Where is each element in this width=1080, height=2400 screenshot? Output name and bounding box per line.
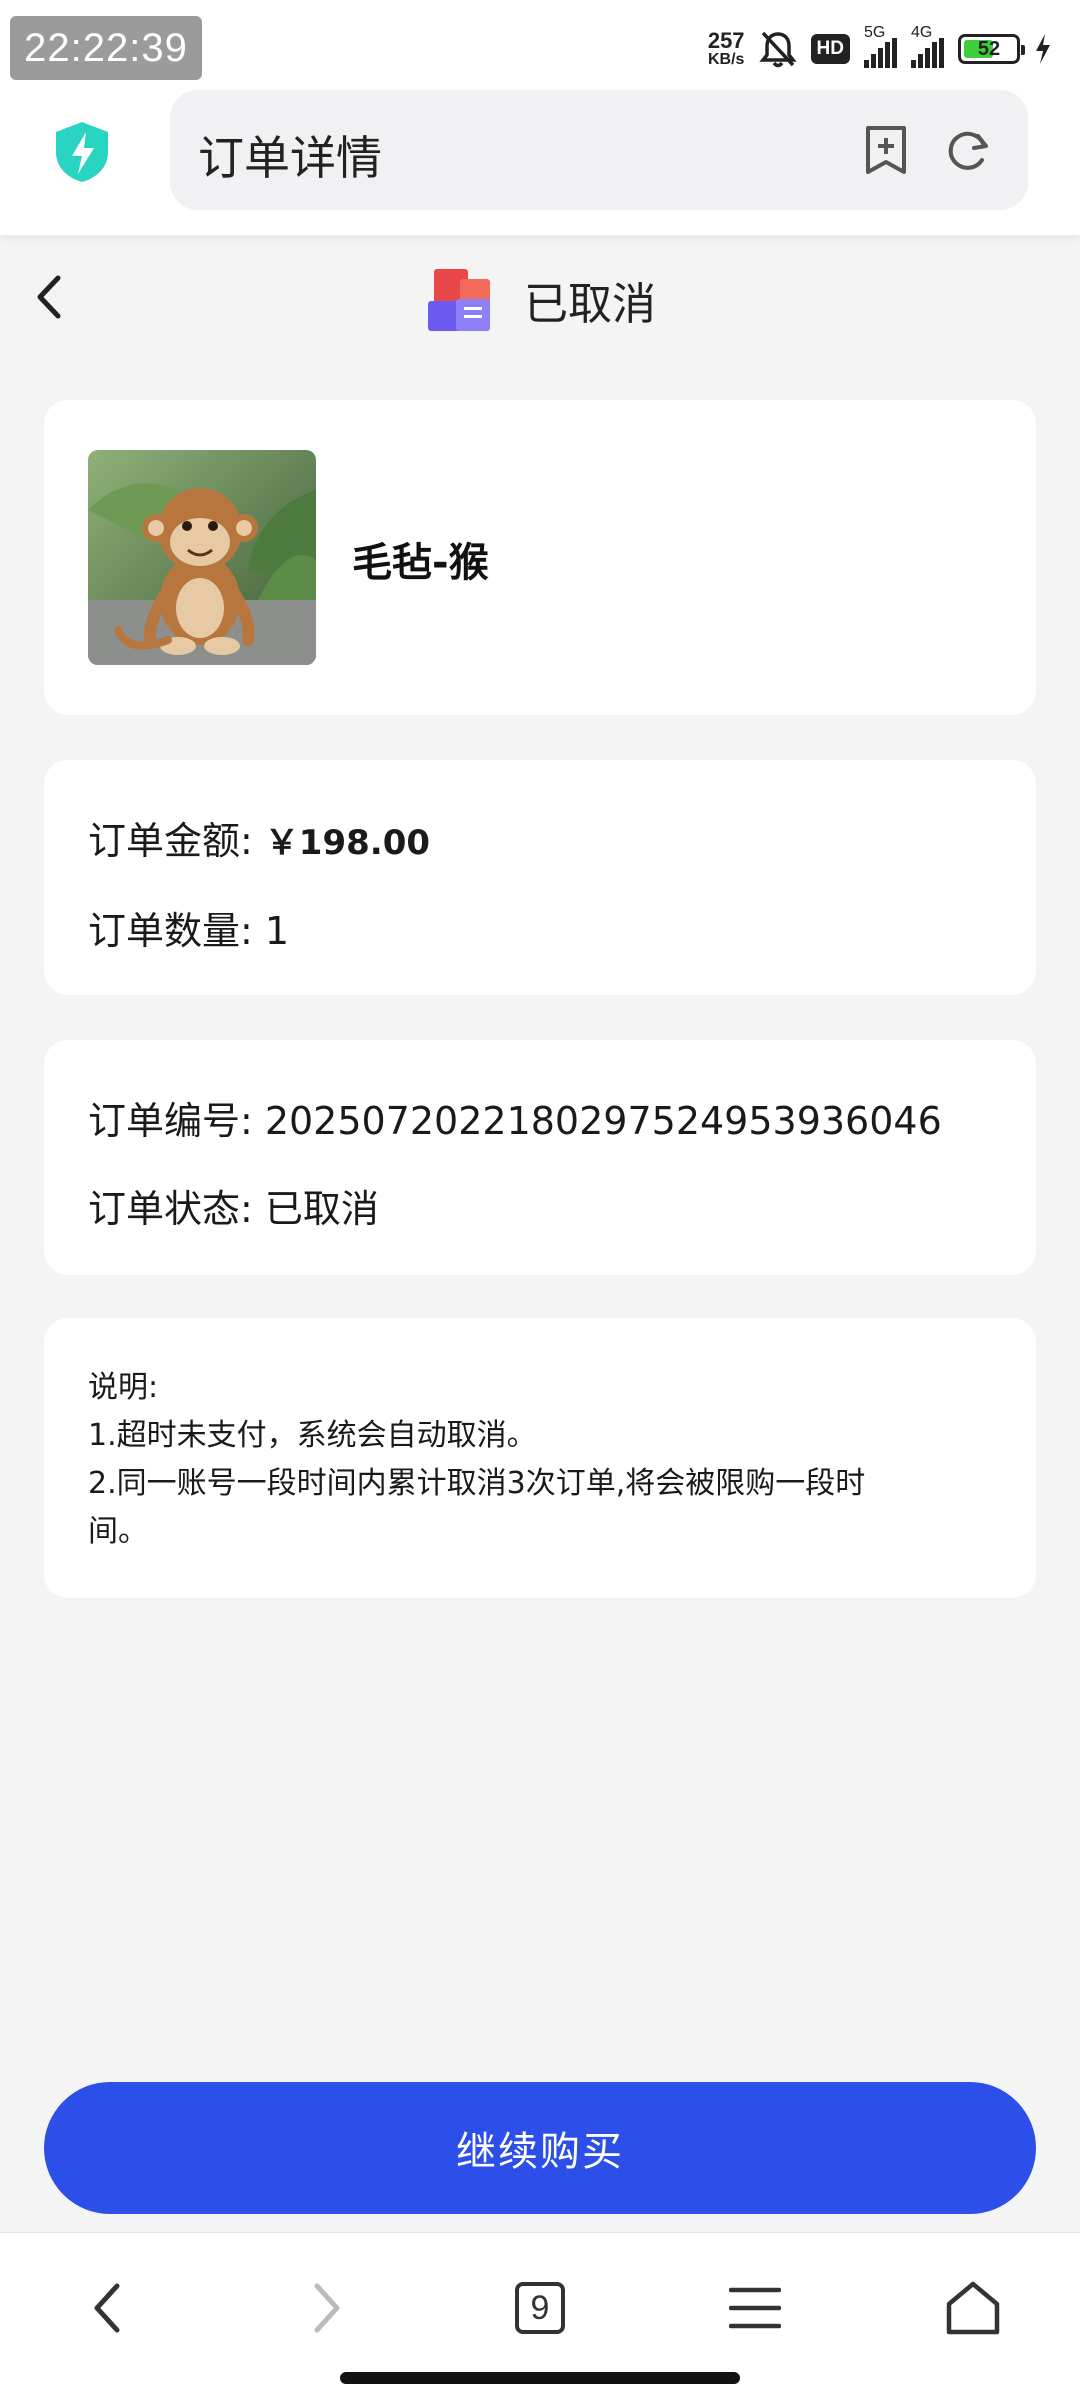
order-quantity-value: 1 — [264, 909, 289, 953]
signal-5g-icon: 5G — [864, 24, 897, 68]
order-status-value: 已取消 — [264, 1187, 379, 1231]
order-quantity-label: 订单数量: — [88, 909, 253, 953]
browser-header: 订单详情 — [0, 90, 1080, 235]
order-boxes-icon — [428, 269, 490, 331]
order-amount-row: 订单金额: ￥198.00 — [88, 810, 430, 865]
order-status-title: 已取消 — [524, 279, 656, 330]
charging-bolt-icon — [1036, 34, 1050, 64]
amount-card: 订单金额: ￥198.00 订单数量: 1 — [44, 760, 1036, 995]
product-card[interactable]: 毛毡-猴 — [44, 400, 1036, 715]
nav-forward-button[interactable] — [282, 2263, 372, 2353]
tabs-icon: 9 — [515, 2282, 565, 2334]
net-speed-value: 257 — [707, 28, 745, 53]
add-bookmark-icon[interactable] — [860, 124, 912, 176]
nav-home-button[interactable] — [928, 2263, 1018, 2353]
status-bar: 22:22:39 257 KB/s HD 5G 4G 52 — [0, 0, 1080, 90]
status-icons: 257 KB/s HD 5G 4G 52 — [708, 24, 1052, 74]
order-amount-label: 订单金额: — [88, 819, 253, 863]
notes-line-2-cont: 间。 — [88, 1514, 148, 1549]
order-status-header: 已取消 — [0, 255, 1080, 345]
product-name[interactable]: 毛毡-猴 — [352, 530, 489, 588]
nav-menu-button[interactable] — [710, 2263, 800, 2353]
menu-icon — [729, 2287, 781, 2329]
net-speed: 257 KB/s — [708, 30, 745, 68]
notes-line-2: 2.同一账号一段时间内累计取消3次订单,将会被限购一段时 — [88, 1466, 866, 1501]
order-number-row: 订单编号: 20250720221802975249539360​46 — [88, 1090, 942, 1145]
order-info-card: 订单编号: 20250720221802975249539360​46 订单状态… — [44, 1040, 1036, 1275]
network-4g-label: 4G — [911, 24, 933, 41]
network-5g-label: 5G — [864, 24, 886, 41]
battery-level: 52 — [977, 37, 1001, 60]
order-quantity-row: 订单数量: 1 — [88, 900, 289, 955]
order-amount-value: ￥198.00 — [264, 823, 431, 863]
nav-back-button[interactable] — [62, 2263, 152, 2353]
hd-badge: HD — [810, 34, 850, 64]
nav-tabs-button[interactable]: 9 — [495, 2263, 585, 2353]
order-number-value[interactable]: 20250720221802975249539360​46 — [265, 1099, 942, 1143]
order-number-label: 订单编号: — [88, 1099, 253, 1143]
shield-bolt-icon[interactable] — [52, 120, 112, 184]
url-bar[interactable]: 订单详情 — [170, 90, 1028, 210]
battery-icon: 52 — [958, 34, 1025, 64]
gesture-home-indicator[interactable] — [340, 2372, 740, 2384]
continue-purchase-button[interactable]: 继续购买 — [44, 2082, 1036, 2214]
notes-line-1: 1.超时未支付，系统会自动取消。 — [88, 1418, 537, 1453]
status-time: 22:22:39 — [24, 26, 188, 70]
refresh-icon[interactable] — [942, 124, 994, 176]
notes-title: 说明: — [88, 1370, 159, 1405]
order-status-label: 订单状态: — [88, 1187, 253, 1231]
product-image[interactable] — [88, 450, 316, 665]
net-speed-unit: KB/s — [707, 51, 745, 68]
home-icon — [946, 2281, 1000, 2335]
back-icon — [94, 2283, 120, 2333]
signal-4g-icon: 4G — [911, 24, 944, 68]
forward-icon — [314, 2283, 340, 2333]
bell-muted-icon — [758, 31, 797, 68]
order-status-row: 订单状态: 已取消 — [88, 1178, 379, 1233]
time-pill: 22:22:39 — [10, 16, 202, 80]
notes-card: 说明: 1.超时未支付，系统会自动取消。 2.同一账号一段时间内累计取消3次订单… — [44, 1318, 1036, 1598]
page-title: 订单详情 — [198, 131, 382, 185]
